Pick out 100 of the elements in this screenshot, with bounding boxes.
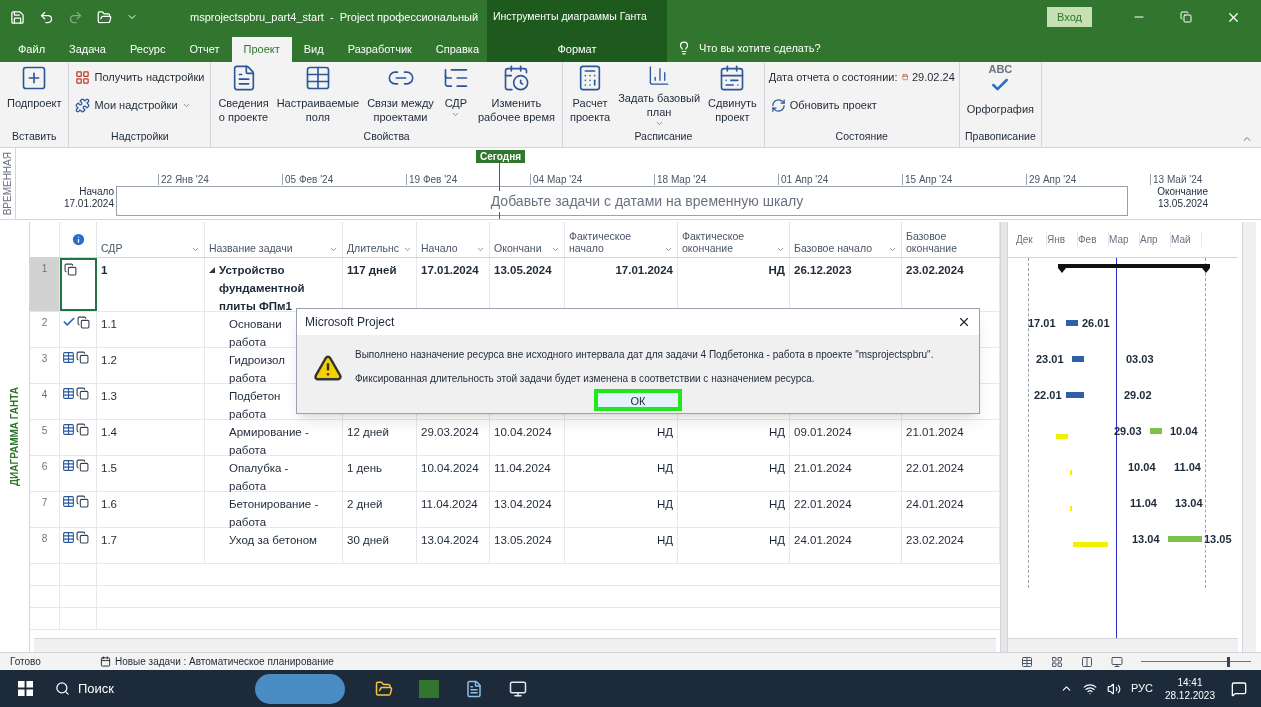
ribbon-tab[interactable]: Справка [423, 37, 491, 62]
ribbon-icon [75, 69, 91, 85]
recorder-icon[interactable] [509, 679, 527, 698]
task-name: Гидроизол работа [229, 353, 285, 383]
taskbar-search-field[interactable]: Поиск [55, 678, 255, 699]
ribbon-button[interactable]: СДР [438, 62, 473, 128]
table-cell: 10.04.2024 [494, 426, 552, 438]
column-header[interactable]: Начало [417, 222, 490, 257]
ribbon-button[interactable]: Изменить рабочее время [474, 62, 558, 128]
network-icon[interactable] [1082, 681, 1097, 696]
notifications-icon[interactable] [1231, 680, 1247, 697]
column-header[interactable]: Длительнс [343, 222, 417, 257]
file-explorer-icon[interactable] [375, 679, 393, 698]
sign-in-button[interactable]: Вход [1047, 7, 1092, 27]
ribbon-tab[interactable]: Задача [57, 37, 118, 62]
column-header[interactable]: Базовое начало [790, 222, 902, 257]
ribbon-tab[interactable]: Разработчик [335, 37, 424, 62]
today-line [499, 163, 500, 219]
table-cell: 12 дней [347, 426, 389, 438]
timeline-start-label: Начало [78, 186, 114, 198]
column-header[interactable]: СДР [97, 222, 205, 257]
table-cell: 23.02.2024 [906, 534, 964, 546]
ribbon-tab[interactable]: Проект [231, 37, 292, 62]
task-bar [1168, 536, 1202, 542]
timeline-start-date: 17.01.2024 [62, 198, 114, 210]
today-marker: Сегодня [476, 150, 525, 163]
warning-icon [313, 353, 343, 383]
language-indicator[interactable]: РУС [1130, 680, 1153, 697]
window-title: msprojectspbru_part4_start - Project профессиональный [190, 9, 480, 25]
table-cell: 13.05.2024 [494, 534, 552, 546]
bar-start-label: 11.04 [1130, 496, 1157, 511]
table-cell: 11.04.2024 [421, 498, 478, 510]
save-icon[interactable] [10, 9, 25, 25]
table-cell: 21.01.2024 [906, 426, 964, 438]
notepad-icon[interactable] [465, 679, 483, 698]
ribbon-button[interactable]: Расчет проекта [566, 62, 614, 128]
project-app-icon[interactable] [419, 679, 439, 698]
ok-button[interactable]: ОК [594, 389, 682, 411]
timeline-end-label: Окончание [1156, 186, 1208, 198]
auto-schedule-icon [100, 656, 111, 667]
vertical-scrollbar[interactable] [1242, 222, 1256, 652]
ribbon-group-label: Надстройки [110, 129, 170, 145]
table-cell: 17.01.2024 [615, 264, 673, 276]
table-cell: НД [768, 498, 785, 510]
table-cell: 1.4 [101, 426, 117, 438]
abc-icon-text: ABC [988, 64, 1013, 75]
table-cell: 1.2 [101, 354, 117, 366]
clock[interactable]: 14:41 28.12.2023 [1164, 675, 1215, 702]
table-cell: 21.01.2024 [794, 462, 852, 474]
ribbon-button[interactable]: Подпроект [4, 62, 65, 128]
ribbon-tab[interactable]: Ресурс [117, 37, 178, 62]
gantt-view-icon[interactable] [1021, 655, 1033, 668]
ribbon-button[interactable]: Связи между проектами [364, 62, 437, 128]
ribbon-button[interactable]: Мои надстройки [73, 94, 207, 116]
baseline-bar [1056, 434, 1068, 439]
ribbon-button[interactable]: Сдвинуть проект [705, 62, 760, 128]
bar-start-label: 17.01 [1028, 316, 1056, 331]
table-cell: 13.05.2024 [494, 264, 552, 276]
status-date-field[interactable]: 29.02.24 [911, 68, 955, 86]
ribbon-button[interactable]: Настраиваемые поля [273, 62, 363, 128]
status-date-label: Дата отчета о состоянии: [768, 69, 898, 85]
restore-icon[interactable] [1180, 11, 1192, 23]
ribbon-button[interactable]: Задать базовый план [615, 62, 704, 128]
table-cell: 1.7 [101, 534, 117, 546]
horizontal-scrollbar[interactable] [34, 638, 996, 652]
collapse-triangle-icon[interactable] [209, 267, 215, 273]
task-name: Армирование - работа [229, 425, 309, 455]
volume-icon[interactable] [1106, 681, 1121, 696]
open-folder-icon[interactable] [97, 9, 112, 25]
column-header[interactable]: Название задачи [205, 222, 343, 257]
close-icon[interactable] [957, 315, 971, 329]
table-cell: НД [656, 462, 673, 474]
tell-me-field[interactable]: Что вы хотите сделать? [699, 39, 821, 57]
zoom-slider-thumb[interactable] [1226, 656, 1230, 667]
windows-logo-icon[interactable] [18, 681, 33, 696]
table-cell: 26.12.2023 [794, 264, 852, 276]
month-label: Мар [1109, 232, 1140, 247]
column-header[interactable]: Фактическое начало [565, 222, 678, 257]
column-header[interactable]: Фактическое окончание [678, 222, 790, 257]
task-usage-icon[interactable] [1051, 655, 1063, 668]
dialog-message: Фиксированная длительность этой задачи будет изменена в соответствии с назначением ресурса. [355, 372, 816, 386]
task-name: Бетонирование - работа [229, 497, 319, 527]
bar-start-label: 13.04 [1132, 532, 1160, 547]
spelling-button[interactable]: ABC Орфография [963, 62, 1037, 128]
table-cell: 11.04.2024 [494, 462, 551, 474]
undo-icon[interactable] [39, 9, 54, 25]
ribbon-tab[interactable]: Вид [291, 37, 336, 62]
ribbon-tab[interactable]: Отчет [177, 37, 232, 62]
ribbon-button[interactable]: Сведения о проекте [215, 62, 272, 128]
baseline-bar [1073, 542, 1108, 547]
timeline-tick: 29 Апр '24 [1026, 174, 1150, 185]
ribbon-button[interactable]: Получить надстройки [73, 66, 207, 88]
team-planner-icon[interactable] [1081, 655, 1093, 668]
resource-view-icon[interactable] [1111, 655, 1123, 668]
horizontal-scrollbar[interactable] [1008, 638, 1238, 652]
ribbon-button[interactable]: Обновить проект [768, 94, 955, 116]
ribbon-tab[interactable]: Файл [6, 37, 58, 62]
context-tab-group: Инструменты диаграммы Ганта [487, 0, 667, 34]
timeline-tick: 04 Мар '24 [530, 174, 654, 185]
column-header[interactable]: Окончани [490, 222, 565, 257]
